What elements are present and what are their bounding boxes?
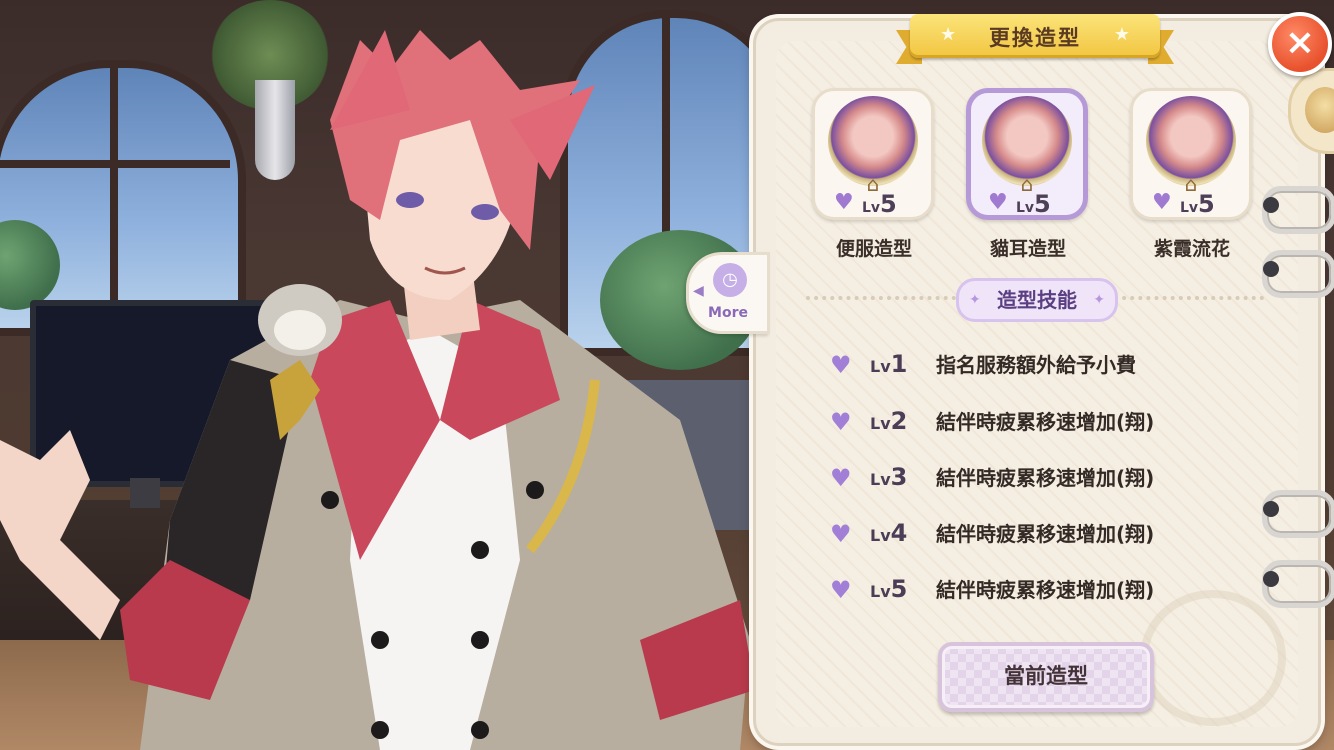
heart-icon: ♥ [830, 520, 852, 548]
outfit-name: 便服造型 [835, 238, 912, 260]
outfit-card-cat-ear[interactable]: ⌂ ♥ Lv5 [966, 88, 1088, 220]
skill-desc: 結伴時疲累移速增加(翔) [936, 522, 1155, 546]
sparkle-icon: ✦ [969, 292, 981, 308]
skill-level: Lv2 [870, 407, 908, 435]
outfit-name: 貓耳造型 [989, 238, 1066, 260]
character-eye [396, 192, 424, 208]
current-outfit-button[interactable]: 當前造型 [938, 642, 1154, 712]
chevron-left-icon: ◀ [693, 283, 704, 299]
hedgehog-face [274, 310, 326, 350]
ring-hole [1263, 501, 1279, 517]
skill-header: ✦ 造型技能 ✦ [956, 278, 1118, 322]
outfit-level: Lv5 [862, 190, 897, 218]
heart-icon: ♥ [830, 408, 852, 436]
skill-row: ♥ Lv3 結伴時疲累移速增加(翔) [830, 463, 1250, 493]
character-eye [471, 204, 499, 220]
outfit-level: Lv5 [1180, 190, 1215, 218]
ring-hole [1263, 261, 1279, 277]
skill-level: Lv1 [870, 350, 908, 378]
ring-hole [1263, 571, 1279, 587]
character-hand [0, 430, 120, 640]
close-icon: × [1284, 22, 1316, 63]
skill-row: ♥ Lv1 指名服務額外給予小費 [830, 350, 1250, 380]
binder-ring [1262, 560, 1334, 608]
skill-level: Lv3 [870, 463, 908, 491]
heart-icon: ♥ [830, 351, 852, 379]
binder-ring [1262, 186, 1334, 234]
heart-icon: ♥ [830, 576, 852, 604]
heart-icon: ♥ [834, 190, 854, 215]
heart-icon: ♥ [1152, 190, 1172, 215]
ring-hole [1263, 197, 1279, 213]
sparkle-icon: ✦ [1093, 292, 1105, 308]
close-button[interactable]: × [1268, 12, 1332, 76]
outfit-card-casual[interactable]: ⌂ ♥ Lv5 [812, 88, 934, 220]
dotted-divider [806, 296, 956, 300]
binder-ring [1262, 490, 1334, 538]
skill-level: Lv4 [870, 519, 908, 547]
skill-desc: 結伴時疲累移速增加(翔) [936, 410, 1155, 434]
more-label: More [708, 305, 748, 321]
outfit-card-purple[interactable]: ⌂ ♥ Lv5 [1130, 88, 1252, 220]
owl-icon [1305, 87, 1334, 133]
dotted-divider [1114, 296, 1264, 300]
binder-ring [1262, 250, 1334, 298]
character-portrait [0, 0, 760, 750]
heart-icon: ♥ [830, 464, 852, 492]
skill-row: ♥ Lv2 結伴時疲累移速增加(翔) [830, 407, 1250, 437]
title-banner: ★ ★ 更換造型 [896, 8, 1174, 64]
skill-desc: 結伴時疲累移速增加(翔) [936, 578, 1155, 602]
outfit-level: Lv5 [1016, 190, 1051, 218]
skill-desc: 結伴時疲累移速增加(翔) [936, 466, 1155, 490]
watermark-emblem [1140, 590, 1286, 726]
clock-icon: ◷ [713, 263, 747, 297]
heart-icon: ♥ [988, 190, 1008, 215]
outfit-name: 紫霞流花 [1153, 238, 1230, 260]
skill-level: Lv5 [870, 575, 908, 603]
skill-desc: 指名服務額外給予小費 [936, 353, 1136, 377]
more-tab[interactable]: ◀ ◷ More [686, 252, 770, 334]
skill-row: ♥ Lv5 結伴時疲累移速增加(翔) [830, 575, 1250, 605]
panel-title: 更換造型 [989, 26, 1081, 50]
skill-row: ♥ Lv4 結伴時疲累移速增加(翔) [830, 519, 1250, 549]
skill-header-label: 造型技能 [997, 288, 1077, 312]
